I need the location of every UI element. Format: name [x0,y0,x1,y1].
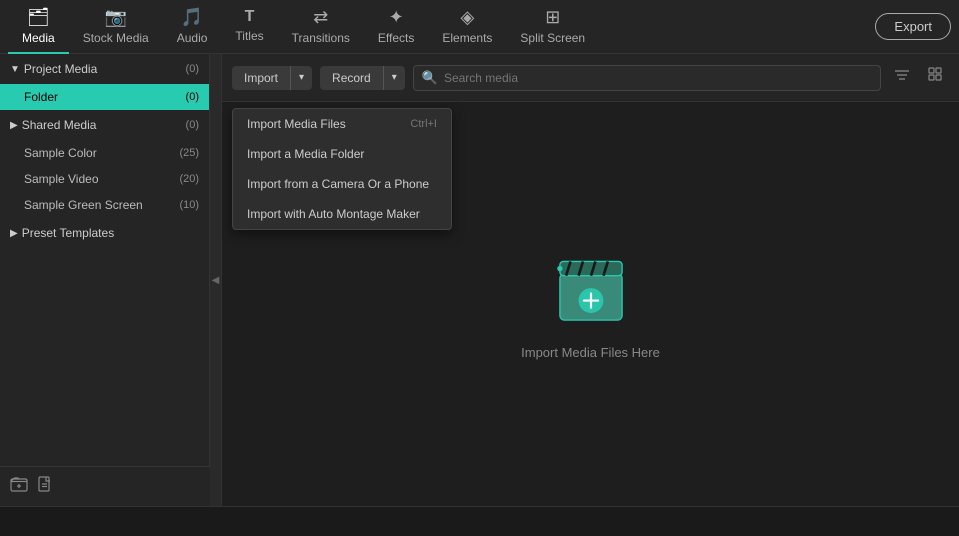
toolbar: Import ▾ Import Media Files Ctrl+I Impor… [222,54,959,102]
chevron-right-icon-preset: ▶ [10,228,18,239]
nav-label-effects: Effects [378,31,414,45]
top-nav: 🗂 Media 📷 Stock Media 🎵 Audio T Titles ⇄… [0,0,959,54]
sidebar-item-folder[interactable]: Folder (0) [0,84,209,110]
add-file-icon[interactable] [36,475,54,498]
main-area: ▼ Project Media (0) Folder (0) ▶ Shared … [0,54,959,506]
split-screen-icon: ⊞ [545,7,560,28]
search-box: 🔍 [413,65,881,91]
empty-state-label: Import Media Files Here [521,345,660,360]
import-dropdown-menu: Import Media Files Ctrl+I Import a Media… [232,108,452,230]
dropdown-item-import-camera[interactable]: Import from a Camera Or a Phone [233,169,451,199]
dropdown-item-import-auto-montage[interactable]: Import with Auto Montage Maker [233,199,451,229]
nav-label-audio: Audio [177,31,208,45]
import-button[interactable]: Import [232,66,291,90]
nav-item-effects[interactable]: ✦ Effects [364,0,428,54]
dropdown-label-import-folder: Import a Media Folder [247,147,364,161]
chevron-down-icon: ▼ [10,64,20,75]
sidebar-item-sample-color[interactable]: Sample Color (25) [0,140,209,166]
sidebar-section-shared-media[interactable]: ▶ Shared Media (0) [0,110,209,140]
nav-item-transitions[interactable]: ⇄ Transitions [278,0,364,54]
nav-label-split-screen: Split Screen [520,31,585,45]
nav-item-titles[interactable]: T Titles [221,0,277,54]
content-area: Import ▾ Import Media Files Ctrl+I Impor… [222,54,959,506]
stock-media-icon: 📷 [104,7,126,28]
folder-count: (0) [186,91,199,103]
record-button[interactable]: Record [320,66,384,90]
record-dropdown-arrow[interactable]: ▾ [384,67,405,88]
folder-label: Folder [24,90,58,104]
sidebar-content: ▼ Project Media (0) Folder (0) ▶ Shared … [0,54,210,506]
search-input[interactable] [444,71,872,85]
filter-icon[interactable] [889,62,915,93]
sample-video-label: Sample Video [24,172,99,186]
audio-icon: 🎵 [181,7,203,28]
collapse-arrow-icon: ◀ [212,275,220,286]
nav-item-media[interactable]: 🗂 Media [8,0,69,54]
nav-item-stock-media[interactable]: 📷 Stock Media [69,0,163,54]
section-label-preset-templates: Preset Templates [22,226,115,240]
sidebar: ▼ Project Media (0) Folder (0) ▶ Shared … [0,54,210,506]
sidebar-item-sample-video[interactable]: Sample Video (20) [0,166,209,192]
sample-green-screen-label: Sample Green Screen [24,198,143,212]
nav-label-titles: Titles [235,29,263,43]
export-button[interactable]: Export [875,13,951,40]
sample-video-count: (20) [179,173,199,185]
nav-item-split-screen[interactable]: ⊞ Split Screen [506,0,599,54]
section-label-project-media: Project Media [24,62,97,76]
import-button-group: Import ▾ Import Media Files Ctrl+I Impor… [232,66,312,90]
sample-green-screen-count: (10) [179,199,199,211]
section-label-shared-media: Shared Media [22,118,97,132]
dropdown-shortcut-import-files: Ctrl+I [410,118,437,130]
clapperboard-icon [551,249,631,329]
dropdown-label-import-auto-montage: Import with Auto Montage Maker [247,207,420,221]
dropdown-item-import-folder[interactable]: Import a Media Folder [233,139,451,169]
sample-color-label: Sample Color [24,146,97,160]
nav-label-transitions: Transitions [292,31,350,45]
collapse-handle[interactable]: ◀ [210,54,222,506]
transitions-icon: ⇄ [313,7,328,28]
add-folder-icon[interactable] [10,475,28,498]
sidebar-footer [0,466,210,506]
media-icon: 🗂 [27,7,50,28]
grid-icon[interactable] [923,62,949,93]
dropdown-label-import-files: Import Media Files [247,117,346,131]
nav-item-audio[interactable]: 🎵 Audio [163,0,222,54]
dropdown-item-import-media-files[interactable]: Import Media Files Ctrl+I [233,109,451,139]
project-media-count: (0) [186,63,199,75]
nav-label-stock-media: Stock Media [83,31,149,45]
record-button-group: Record ▾ [320,66,405,90]
chevron-right-icon: ▶ [10,120,18,131]
import-dropdown-arrow[interactable]: ▾ [291,67,312,88]
nav-label-elements: Elements [442,31,492,45]
elements-icon: ◈ [460,7,474,28]
sample-color-count: (25) [179,147,199,159]
dropdown-label-import-camera: Import from a Camera Or a Phone [247,177,429,191]
search-icon: 🔍 [422,70,438,86]
titles-icon: T [245,8,255,26]
sidebar-section-preset-templates[interactable]: ▶ Preset Templates [0,218,209,248]
sidebar-section-project-media[interactable]: ▼ Project Media (0) [0,54,209,84]
nav-item-elements[interactable]: ◈ Elements [428,0,506,54]
bottom-bar [0,506,959,536]
sidebar-item-sample-green-screen[interactable]: Sample Green Screen (10) [0,192,209,218]
shared-media-count: (0) [186,119,199,131]
effects-icon: ✦ [389,7,404,28]
nav-label-media: Media [22,31,55,45]
